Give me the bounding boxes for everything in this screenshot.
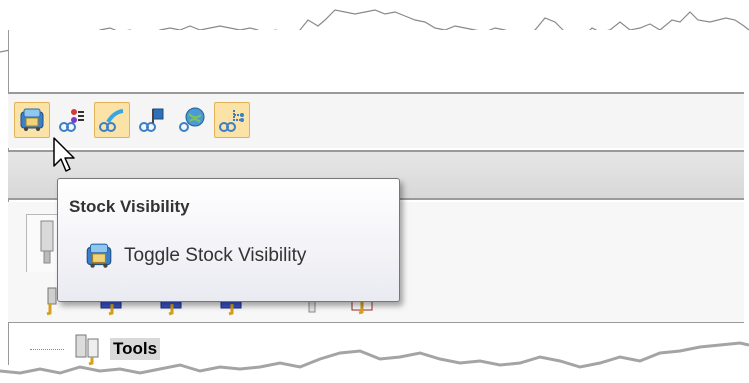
operation-list-button[interactable] [54,102,90,138]
mouse-cursor-icon [53,137,75,172]
toolpath-flag-icon [139,108,164,132]
operation-list-icon [59,109,84,132]
stock-visibility-icon [20,108,44,131]
toolpath-tree-button[interactable] [214,102,250,138]
torn-edge-bottom [0,341,749,383]
globe-icon [179,107,205,132]
stock-globe-button[interactable] [174,102,210,138]
toolpath-flag-button[interactable] [134,102,170,138]
toolpath-icon [99,109,124,132]
stock-visibility-icon [86,243,112,268]
tooltip: Stock Visibility Toggle Stock Visibility [57,178,400,302]
toolpath-display-button[interactable] [94,102,130,138]
toolpath-tree-icon [219,110,244,132]
stock-visibility-button[interactable] [14,102,50,138]
toolbar [8,92,744,148]
tooltip-command-label: Toggle Stock Visibility [124,245,307,266]
tooltip-command: Toggle Stock Visibility [84,241,306,271]
tooltip-title: Stock Visibility [69,197,190,216]
